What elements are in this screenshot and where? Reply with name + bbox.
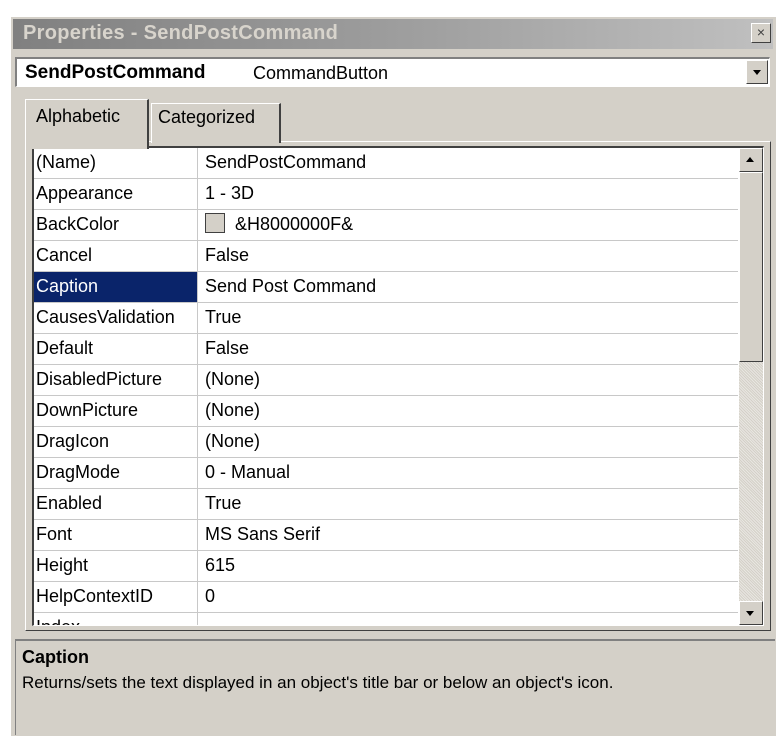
property-value-text: (None) — [205, 369, 261, 389]
property-value-text: False — [205, 338, 250, 358]
property-name[interactable]: DragIcon — [34, 427, 198, 457]
property-row[interactable]: CausesValidation True — [34, 303, 738, 334]
property-value-text: SendPostCommand — [205, 152, 367, 172]
property-name[interactable]: BackColor — [34, 210, 198, 240]
property-name[interactable]: DisabledPicture — [34, 365, 198, 395]
property-row[interactable]: HelpContextID 0 — [34, 582, 738, 613]
property-name[interactable]: Font — [34, 520, 198, 550]
property-value[interactable]: (None) — [199, 396, 737, 426]
description-title: Caption — [22, 647, 89, 667]
property-value[interactable]: True — [199, 489, 737, 519]
property-value[interactable]: 0 - Manual — [199, 458, 737, 488]
property-value-text: Send Post Command — [205, 276, 377, 296]
color-swatch-icon — [205, 213, 225, 233]
description-pane: Caption Returns/sets the text displayed … — [15, 639, 775, 735]
property-row[interactable]: DownPicture (None) — [34, 396, 738, 427]
property-name[interactable]: Cancel — [34, 241, 198, 271]
object-selector-dropdown-button[interactable] — [746, 60, 768, 84]
property-name[interactable]: Enabled — [34, 489, 198, 519]
property-name[interactable]: Default — [34, 334, 198, 364]
property-grid: (Name) SendPostCommand Appearance 1 - 3D Bac… — [32, 146, 764, 626]
property-name[interactable]: Appearance — [34, 179, 198, 209]
property-name[interactable]: DragMode — [34, 458, 198, 488]
tab-categorized[interactable]: Categorized — [151, 103, 281, 143]
property-value[interactable]: SendPostCommand — [199, 148, 737, 178]
property-name[interactable]: HelpContextID — [34, 582, 198, 612]
tab-alphabetic-label: Alphabetic — [36, 106, 121, 126]
property-row[interactable]: DragIcon (None) — [34, 427, 738, 458]
property-value-text: &H8000000F& — [235, 214, 354, 234]
property-value[interactable]: MS Sans Serif — [199, 520, 737, 550]
property-name[interactable]: Height — [34, 551, 198, 581]
arrow-down-icon — [746, 611, 754, 616]
close-icon: × — [756, 24, 766, 40]
property-value-text: False — [205, 245, 250, 265]
object-name: SendPostCommand — [25, 62, 206, 83]
property-value[interactable] — [199, 613, 737, 625]
window-title: Properties - SendPostCommand — [23, 22, 339, 44]
close-button[interactable]: × — [751, 23, 771, 43]
property-name[interactable]: Caption — [34, 272, 198, 302]
property-row[interactable]: Font MS Sans Serif — [34, 520, 738, 551]
object-selector[interactable]: SendPostCommand CommandButton — [15, 57, 770, 87]
property-value[interactable]: (None) — [199, 427, 737, 457]
description-text: Returns/sets the text displayed in an ob… — [22, 673, 614, 692]
property-name[interactable]: DownPicture — [34, 396, 198, 426]
property-row[interactable]: Default False — [34, 334, 738, 365]
property-value-text: 615 — [205, 555, 236, 575]
object-type: CommandButton — [253, 63, 389, 83]
arrow-up-icon — [746, 157, 754, 162]
property-value-text: MS Sans Serif — [205, 524, 321, 544]
property-row[interactable]: Appearance 1 - 3D — [34, 179, 738, 210]
scroll-thumb[interactable] — [739, 172, 763, 362]
scroll-down-button[interactable] — [739, 601, 763, 625]
property-value[interactable]: False — [199, 334, 737, 364]
property-value-text: 0 - Manual — [205, 462, 291, 482]
tab-panel: (Name) SendPostCommand Appearance 1 - 3D Bac… — [25, 141, 771, 631]
property-name[interactable]: CausesValidation — [34, 303, 198, 333]
properties-window: Properties - SendPostCommand × SendPostC… — [10, 16, 776, 736]
property-name[interactable]: Index — [34, 613, 198, 625]
tab-categorized-label: Categorized — [158, 107, 256, 127]
property-value[interactable]: True — [199, 303, 737, 333]
property-value[interactable]: Send Post Command — [199, 272, 737, 302]
property-row[interactable]: Enabled True — [34, 489, 738, 520]
property-value-text: 1 - 3D — [205, 183, 255, 203]
property-value[interactable]: False — [199, 241, 737, 271]
tab-alphabetic[interactable]: Alphabetic — [25, 99, 149, 149]
property-row[interactable]: Index — [34, 613, 738, 625]
property-row[interactable]: Caption Send Post Command — [34, 272, 738, 303]
property-value[interactable]: 1 - 3D — [199, 179, 737, 209]
property-value[interactable]: &H8000000F& — [199, 210, 737, 240]
property-row[interactable]: Cancel False — [34, 241, 738, 272]
property-row[interactable]: Height 615 — [34, 551, 738, 582]
property-row[interactable]: DisabledPicture (None) — [34, 365, 738, 396]
title-bar[interactable]: Properties - SendPostCommand × — [13, 19, 773, 49]
property-value[interactable]: 615 — [199, 551, 737, 581]
property-value-text: (None) — [205, 431, 261, 451]
property-rows: (Name) SendPostCommand Appearance 1 - 3D Bac… — [34, 148, 738, 625]
property-name[interactable]: (Name) — [34, 148, 198, 178]
property-row[interactable]: (Name) SendPostCommand — [34, 148, 738, 179]
property-value[interactable]: (None) — [199, 365, 737, 395]
chevron-down-icon — [753, 70, 761, 75]
property-row[interactable]: BackColor &H8000000F& — [34, 210, 738, 241]
scroll-up-button[interactable] — [739, 148, 763, 172]
property-value-text: True — [205, 493, 242, 513]
property-value-text: (None) — [205, 400, 261, 420]
property-value-text: 0 — [205, 586, 216, 606]
vertical-scrollbar[interactable] — [739, 148, 763, 625]
property-value[interactable]: 0 — [199, 582, 737, 612]
property-row[interactable]: DragMode 0 - Manual — [34, 458, 738, 489]
property-value-text: True — [205, 307, 242, 327]
